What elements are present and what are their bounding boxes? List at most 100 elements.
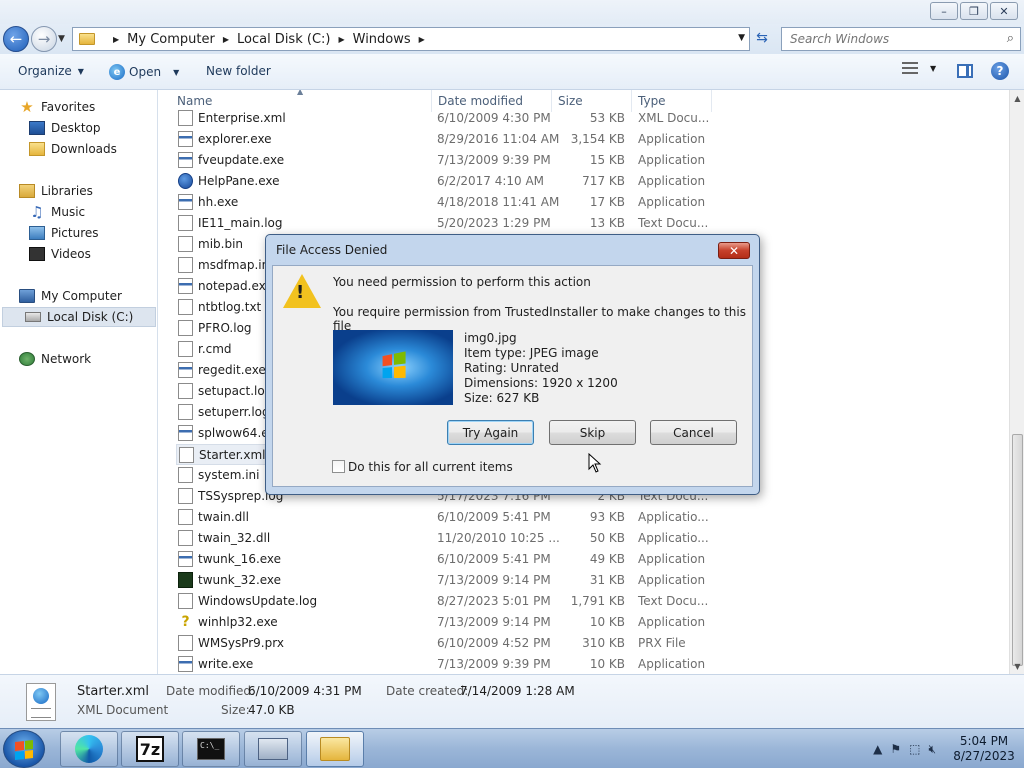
nav-music-label: Music — [51, 205, 86, 219]
refresh-button[interactable]: ⇆ — [753, 29, 771, 47]
file-row[interactable]: fveupdate.exe 7/13/2009 9:39 PM 15 KB Appli… — [176, 150, 716, 171]
dialog-close-button[interactable]: ✕ — [718, 242, 750, 259]
clock[interactable]: 5:04 PM 8/27/2023 — [944, 734, 1024, 764]
address-history-dropdown[interactable]: ▼ — [738, 33, 745, 43]
volume-muted-icon[interactable]: 🔇︎ — [928, 742, 936, 757]
organize-menu[interactable]: Organize ▼ — [18, 64, 84, 78]
action-center-flag-icon[interactable]: ⚑ — [890, 742, 901, 756]
file-type-icon — [178, 488, 193, 504]
file-row[interactable]: WindowsUpdate.log 8/27/2023 5:01 PM 1,791 … — [176, 591, 716, 612]
file-row[interactable]: twunk_32.exe 7/13/2009 9:14 PM 31 KB Applic… — [176, 570, 716, 591]
chevron-down-icon[interactable]: ▼ — [930, 64, 936, 73]
breadcrumb-windows[interactable]: Windows — [353, 32, 411, 47]
show-hidden-icons-icon[interactable]: ▲ — [873, 742, 882, 756]
minimize-button[interactable]: – — [930, 2, 958, 20]
back-button[interactable]: ← — [3, 26, 29, 52]
file-date: 6/10/2009 4:30 PM — [437, 111, 551, 125]
file-row[interactable]: explorer.exe 8/29/2016 11:04 AM 3,154 KB Ap… — [176, 129, 716, 150]
sort-ascending-icon: ▲ — [297, 90, 304, 96]
nav-music[interactable]: ♫ Music — [29, 202, 85, 222]
forward-button[interactable]: → — [31, 26, 57, 52]
help-button[interactable]: ? — [991, 62, 1009, 80]
file-name: r.cmd — [198, 342, 232, 356]
file-row[interactable]: twain.dll 6/10/2009 5:41 PM 93 KB Applicati… — [176, 507, 716, 528]
nav-pictures[interactable]: Pictures — [29, 223, 99, 243]
navigation-pane: ★ Favorites Desktop Downloads Libraries ♫… — [0, 90, 158, 674]
file-name: IE11_main.log — [198, 216, 283, 230]
search-icon[interactable]: ⌕ — [1007, 31, 1014, 46]
taskbar-7zip[interactable]: 7z — [121, 731, 179, 767]
new-folder-button[interactable]: New folder — [206, 64, 271, 78]
file-row[interactable]: WMSysPr9.prx 6/10/2009 4:52 PM 310 KB PRX F… — [176, 633, 716, 654]
file-date: 4/18/2018 11:41 AM — [437, 195, 560, 209]
details-pane: Starter.xml XML Document Date modified: … — [0, 674, 1024, 728]
chevron-right-icon[interactable]: ▶ — [338, 35, 344, 44]
chevron-right-icon[interactable]: ▶ — [223, 35, 229, 44]
change-view-button[interactable]: ▼ — [902, 62, 936, 74]
file-type-icon — [178, 299, 193, 315]
nav-videos[interactable]: Videos — [29, 244, 91, 264]
file-name: twain_32.dll — [198, 531, 271, 545]
file-row[interactable]: IE11_main.log 5/20/2023 1:29 PM 13 KB Text … — [176, 213, 716, 234]
nav-downloads[interactable]: Downloads — [29, 139, 117, 159]
file-type: Text Docu... — [638, 216, 709, 230]
column-name[interactable]: Name — [177, 94, 212, 108]
nav-local-disk[interactable]: Local Disk (C:) — [2, 307, 156, 327]
close-window-button[interactable]: ✕ — [990, 2, 1018, 20]
nav-my-computer[interactable]: My Computer — [19, 286, 122, 306]
taskbar-keyboard[interactable] — [244, 731, 302, 767]
taskbar-edge[interactable] — [60, 731, 118, 767]
skip-button[interactable]: Skip — [549, 420, 636, 445]
scroll-down-arrow-icon[interactable]: ▼ — [1010, 658, 1024, 674]
taskbar: 7z C:\_ ▲ ⚑ ⬚ 🔇︎ 5:04 PM 8/27/2023 — [0, 728, 1024, 768]
restore-button[interactable]: ❐ — [960, 2, 988, 20]
file-row[interactable]: Enterprise.xml 6/10/2009 4:30 PM 53 KB XML … — [176, 108, 716, 129]
search-box[interactable]: ⌕ — [781, 27, 1021, 51]
apply-to-all-checkbox[interactable] — [332, 460, 345, 473]
breadcrumb-local-disk[interactable]: Local Disk (C:) — [237, 32, 330, 47]
recent-pages-dropdown[interactable]: ▼ — [58, 34, 65, 44]
file-row[interactable]: write.exe 7/13/2009 9:39 PM 10 KB Applicati… — [176, 654, 716, 674]
open-button[interactable]: e Open ▼ — [109, 64, 179, 80]
apply-to-all-label[interactable]: Do this for all current items — [348, 460, 513, 474]
chevron-right-icon[interactable]: ▶ — [419, 35, 425, 44]
nav-favorites[interactable]: ★ Favorites — [19, 97, 95, 117]
column-date-modified[interactable]: Date modified — [438, 94, 523, 108]
cancel-button[interactable]: Cancel — [650, 420, 737, 445]
start-button[interactable] — [3, 730, 45, 768]
nav-libraries[interactable]: Libraries — [19, 181, 93, 201]
taskbar-explorer[interactable] — [306, 731, 364, 767]
file-info-rating: Rating: Unrated — [464, 361, 559, 375]
address-bar[interactable]: ▶ My Computer ▶ Local Disk (C:) ▶ Window… — [72, 27, 750, 51]
taskbar-cmd[interactable]: C:\_ — [182, 731, 240, 767]
file-info-dimensions: Dimensions: 1920 x 1200 — [464, 376, 618, 390]
chevron-down-icon: ▼ — [77, 66, 84, 76]
scroll-up-arrow-icon[interactable]: ▲ — [1010, 90, 1024, 106]
nav-desktop[interactable]: Desktop — [29, 118, 101, 138]
file-row[interactable]: hh.exe 4/18/2018 11:41 AM 17 KB Application — [176, 192, 716, 213]
file-date: 6/10/2009 5:41 PM — [437, 510, 551, 524]
file-row[interactable]: twunk_16.exe 6/10/2009 5:41 PM 49 KB Applic… — [176, 549, 716, 570]
column-size[interactable]: Size — [558, 94, 583, 108]
file-type-icon — [178, 152, 193, 168]
views-icon — [902, 62, 918, 74]
file-row[interactable]: HelpPane.exe 6/2/2017 4:10 AM 717 KB Applic… — [176, 171, 716, 192]
file-name: WindowsUpdate.log — [198, 594, 318, 608]
vertical-scrollbar[interactable]: ▲ ▼ — [1009, 90, 1024, 674]
chevron-right-icon[interactable]: ▶ — [113, 35, 119, 44]
file-row[interactable]: twain_32.dll 11/20/2010 10:25 ... 50 KB App… — [176, 528, 716, 549]
chevron-down-icon[interactable]: ▼ — [173, 68, 179, 77]
file-type-icon — [179, 447, 194, 463]
search-input[interactable] — [790, 32, 990, 46]
network-status-icon[interactable]: ⬚ — [909, 742, 920, 756]
new-folder-label: New folder — [206, 64, 271, 78]
7zip-icon: 7z — [136, 736, 164, 762]
file-row[interactable]: ? winhlp32.exe 7/13/2009 9:14 PM 10 KB Appli… — [176, 612, 716, 633]
breadcrumb-my-computer[interactable]: My Computer — [127, 32, 215, 47]
nav-network[interactable]: Network — [19, 349, 91, 369]
pictures-icon — [29, 226, 45, 240]
preview-pane-button[interactable] — [957, 64, 973, 78]
column-type[interactable]: Type — [638, 94, 666, 108]
scrollbar-thumb[interactable] — [1012, 434, 1023, 666]
try-again-button[interactable]: Try Again — [447, 420, 534, 445]
